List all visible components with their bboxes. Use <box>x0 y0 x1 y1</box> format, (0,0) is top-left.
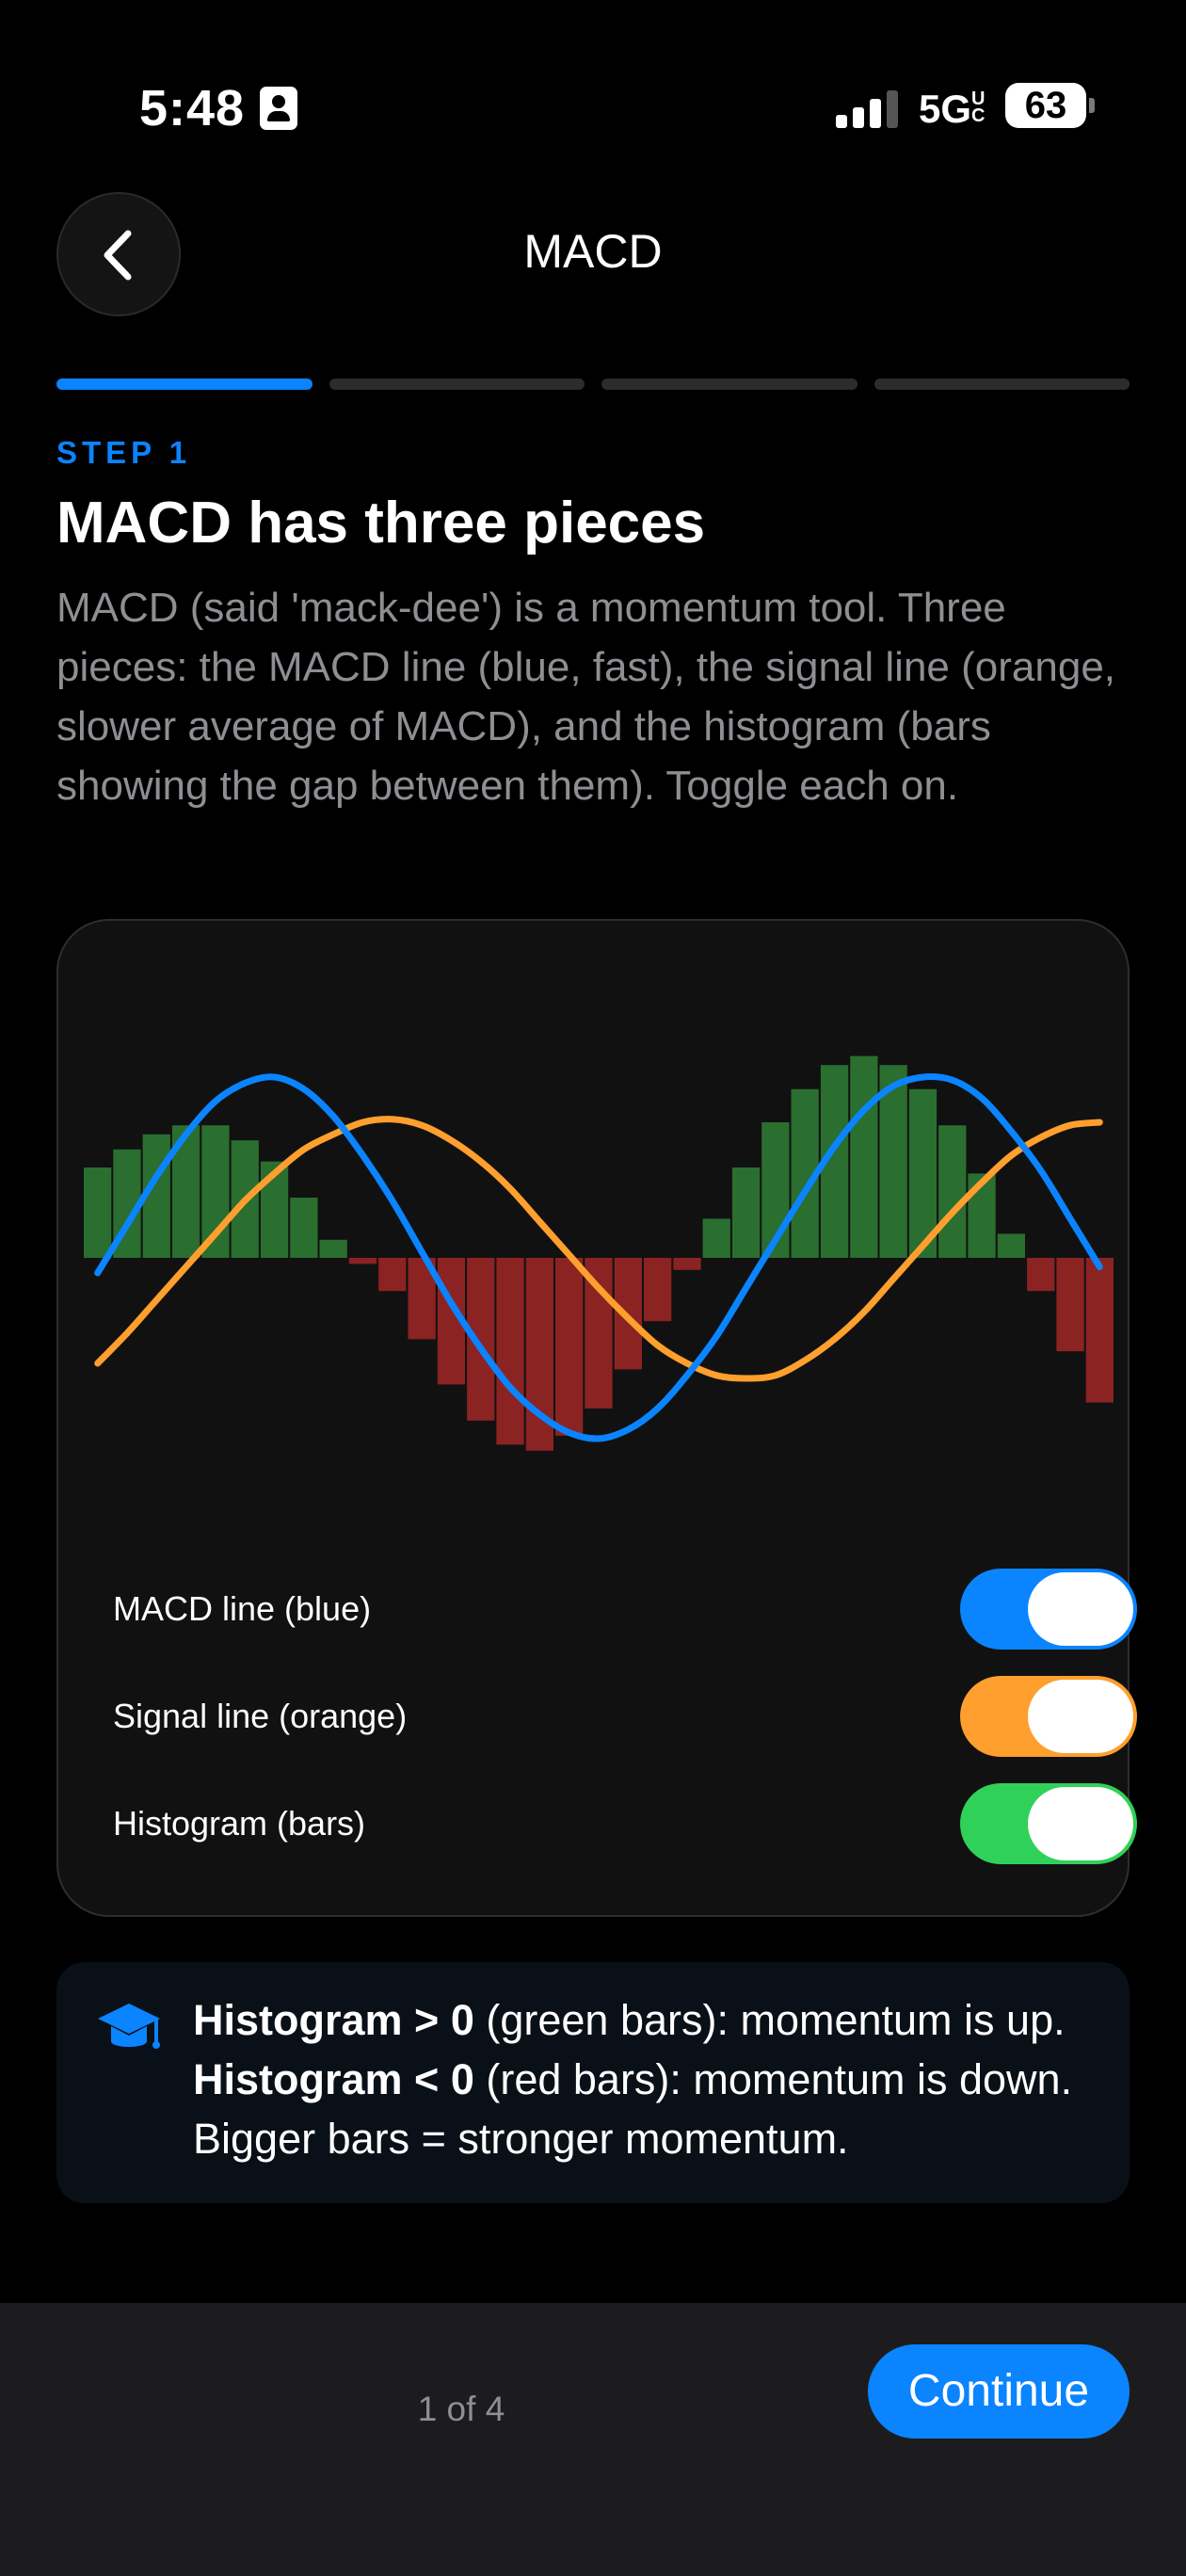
tip-bold-negative: Histogram < 0 <box>193 2055 474 2103</box>
toggle-row-histogram: Histogram (bars) <box>113 1783 1139 1868</box>
contact-card-icon <box>260 87 297 130</box>
tip-card: Histogram > 0 (green bars): momentum is … <box>56 1962 1130 2203</box>
histogram-bar <box>1027 1258 1055 1292</box>
histogram-bar <box>555 1258 584 1436</box>
graduation-cap-icon <box>98 2004 160 2049</box>
macd-line-toggle[interactable] <box>960 1569 1137 1650</box>
progress-segment <box>56 378 313 390</box>
toggle-knob <box>1028 1572 1133 1646</box>
histogram-bar <box>290 1198 318 1258</box>
histogram-bar <box>673 1258 701 1270</box>
step-progress <box>56 378 1130 390</box>
histogram-bar <box>348 1258 377 1264</box>
bottom-bar: 1 of 4 Continue <box>0 2303 1186 2576</box>
network-label: 5GUC <box>919 87 986 131</box>
histogram-bar <box>319 1239 347 1258</box>
step-description: MACD (said 'mack-dee') is a momentum too… <box>56 585 1116 809</box>
toggle-knob <box>1028 1680 1133 1753</box>
toggle-label-macd: MACD line (blue) <box>113 1589 372 1628</box>
tip-text: Histogram > 0 (green bars): momentum is … <box>193 1990 1125 2168</box>
status-bar: 5:48 5GUC 63 <box>0 0 1186 188</box>
histogram-bar <box>702 1218 730 1258</box>
histogram-toggle[interactable] <box>960 1783 1137 1864</box>
page-indicator: 1 of 4 <box>417 2390 505 2428</box>
toggle-row-signal: Signal line (orange) <box>113 1676 1139 1761</box>
histogram-bar <box>997 1233 1025 1258</box>
histogram-bar <box>938 1125 967 1258</box>
histogram-bar <box>1085 1258 1114 1403</box>
macd-chart <box>84 1055 1114 1451</box>
battery-icon: 63 <box>1005 83 1095 128</box>
battery-level: 63 <box>1024 85 1067 126</box>
tip-bold-positive: Histogram > 0 <box>193 1996 474 2044</box>
signal-line-toggle[interactable] <box>960 1676 1137 1757</box>
histogram-bar <box>1056 1258 1084 1352</box>
tip-text-positive: (green bars): momentum is up. <box>473 1996 1066 2044</box>
chart-card: MACD line (blue) Signal line (orange) Hi… <box>56 919 1137 1917</box>
toggle-label-signal: Signal line (orange) <box>113 1697 408 1735</box>
histogram-bar <box>378 1258 407 1292</box>
signal-bars-icon <box>836 89 898 128</box>
histogram-bar <box>850 1055 878 1258</box>
progress-segment <box>873 378 1130 390</box>
toggle-label-histogram: Histogram (bars) <box>113 1804 366 1843</box>
histogram-bar <box>731 1167 761 1258</box>
histogram-bar <box>644 1258 672 1322</box>
step-label: STEP 1 <box>56 435 192 470</box>
step-heading: MACD has three pieces <box>56 491 706 555</box>
histogram-bar <box>496 1258 524 1445</box>
toggle-row-macd: MACD line (blue) <box>113 1569 1139 1653</box>
page-title: MACD <box>523 225 663 278</box>
status-time: 5:48 <box>139 80 246 137</box>
continue-button[interactable]: Continue <box>868 2344 1130 2439</box>
histogram-bar <box>84 1167 112 1258</box>
progress-segment <box>329 378 585 390</box>
progress-segment <box>601 378 857 390</box>
toggle-knob <box>1028 1787 1133 1860</box>
